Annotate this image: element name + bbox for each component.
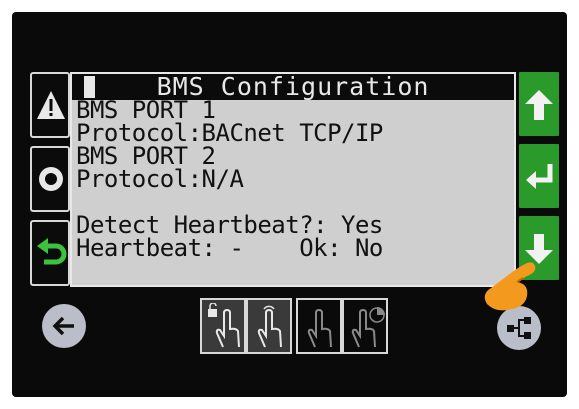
lcd-screen: BMS Configuration BMS PORT 1 Protocol:BA… (70, 72, 516, 287)
pointing-finger-icon (484, 262, 536, 311)
alarm-button[interactable] (30, 72, 70, 138)
escape-button[interactable] (30, 220, 70, 286)
back-button[interactable] (42, 304, 86, 348)
warning-icon (37, 91, 65, 119)
arrow-up-icon (525, 90, 553, 120)
network-icon (507, 317, 531, 339)
gesture-tap[interactable] (246, 298, 292, 354)
swipe-icon (307, 308, 332, 348)
pie-tap-icon (351, 307, 385, 348)
enter-button[interactable] (517, 142, 561, 210)
tap-icon (257, 305, 282, 348)
menu-button[interactable] (30, 146, 70, 212)
gesture-pie-tap[interactable] (342, 298, 388, 354)
unlock-tap-icon (208, 303, 240, 348)
gesture-swipe[interactable] (296, 298, 342, 354)
undo-arrow-icon (37, 238, 67, 265)
lcd-line-heartbeat-status: Heartbeat: - Ok: No (76, 234, 383, 262)
gesture-unlock-tap[interactable] (200, 298, 246, 354)
cursor-block (84, 76, 95, 98)
up-button[interactable] (517, 70, 561, 138)
arrow-left-icon (52, 316, 74, 336)
lcd-line-protocol-2: Protocol:N/A (76, 165, 244, 193)
circle-icon (39, 167, 63, 191)
enter-icon (526, 164, 553, 189)
gesture-strip (196, 298, 394, 356)
